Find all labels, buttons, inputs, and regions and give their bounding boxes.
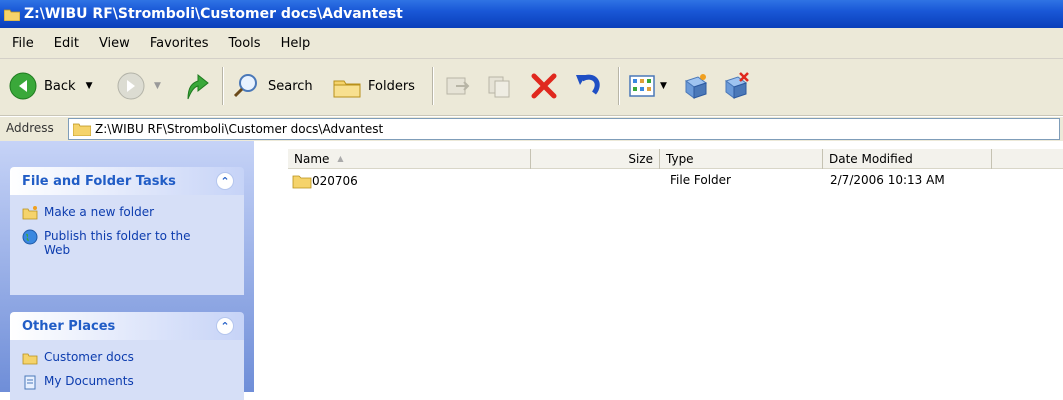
folders-label: Folders [368,78,415,94]
folders-icon [333,80,361,98]
toolbar: Back ▼ ▼ Search Folders ▼ [0,59,1063,116]
collapse-icon[interactable]: ⌃ [216,172,234,190]
map-drive-button[interactable] [680,71,710,101]
move-to-button[interactable] [444,73,472,99]
column-label: Size [628,151,653,166]
back-label: Back [44,78,76,94]
place-customer-docs[interactable]: Customer docs [22,350,236,366]
window-title: Z:\WIBU RF\Stromboli\Customer docs\Advan… [24,6,403,22]
task-label: Make a new folder [44,205,155,219]
map-drive-icon [684,74,708,99]
chevron-down-icon[interactable]: ▼ [660,81,667,91]
toolbar-separator [618,67,620,105]
chevron-down-icon[interactable]: ▼ [154,81,161,91]
address-value: Z:\WIBU RF\Stromboli\Customer docs\Advan… [95,122,384,136]
collapse-icon[interactable]: ⌃ [216,317,234,335]
panel-header[interactable]: Other Places ⌃ [10,312,244,340]
menu-file[interactable]: File [0,36,42,51]
file-name-cell[interactable]: 020706 [292,173,358,189]
up-arrow-icon [187,73,209,100]
views-icon [629,75,655,97]
toolbar-separator [222,67,224,105]
menu-view[interactable]: View [87,36,138,51]
menu-favorites[interactable]: Favorites [138,36,217,51]
globe-icon [22,229,38,245]
folder-icon [4,9,20,21]
column-header-size[interactable]: Size [531,149,659,169]
panel-title: Other Places [22,318,116,334]
menu-tools[interactable]: Tools [217,36,269,51]
undo-button[interactable] [574,71,604,101]
address-input[interactable]: Z:\WIBU RF\Stromboli\Customer docs\Advan… [68,118,1060,140]
forward-arrow-icon [117,72,145,100]
back-arrow-icon [9,72,37,100]
file-folder-tasks-panel: File and Folder Tasks ⌃ Make a new folde… [10,167,244,295]
undo-icon [576,74,600,95]
place-label: Customer docs [44,350,134,364]
copy-to-button[interactable] [486,73,514,99]
folder-icon [292,175,312,189]
task-make-new-folder[interactable]: Make a new folder [22,205,236,221]
folders-button[interactable]: Folders [332,73,415,99]
file-list: Name ▲ Size Type Date Modified 020706 Fi… [254,141,1063,392]
delete-icon [531,73,557,99]
search-label: Search [268,78,313,94]
sort-ascending-icon: ▲ [337,154,344,163]
other-places-panel: Other Places ⌃ Customer docs My Document… [10,312,244,400]
task-pane: File and Folder Tasks ⌃ Make a new folde… [0,141,254,400]
new-folder-icon [22,206,38,220]
panel-title: File and Folder Tasks [22,173,176,189]
search-button[interactable]: Search [232,73,313,99]
task-label: Publish this folder to the Web [44,229,191,257]
place-label: My Documents [44,374,134,388]
menu-help[interactable]: Help [269,36,319,51]
column-label: Type [666,151,694,166]
file-date-cell: 2/7/2006 10:13 AM [830,173,945,187]
toolbar-separator [432,67,434,105]
task-publish-folder[interactable]: Publish this folder to the Web [22,229,236,257]
panel-header[interactable]: File and Folder Tasks ⌃ [10,167,244,195]
column-label: Date Modified [829,151,913,166]
panel-body: Make a new folder Publish this folder to… [10,195,244,295]
place-my-documents[interactable]: My Documents [22,374,236,390]
up-folder-button[interactable] [182,69,212,103]
search-icon [233,74,257,98]
file-type-cell: File Folder [670,173,731,187]
disconnect-drive-icon [724,72,749,99]
address-label: Address [6,121,54,135]
column-header-type[interactable]: Type [660,149,822,169]
title-bar[interactable]: Z:\WIBU RF\Stromboli\Customer docs\Advan… [0,0,1063,28]
column-header-date[interactable]: Date Modified [823,149,991,169]
file-name: 020706 [312,174,358,188]
delete-button[interactable] [530,73,558,99]
panel-body: Customer docs My Documents [10,340,244,400]
menu-edit[interactable]: Edit [42,36,87,51]
documents-icon [24,375,36,390]
chevron-down-icon[interactable]: ▼ [86,81,93,91]
column-header-name[interactable]: Name ▲ [288,149,530,169]
column-header-blank [992,149,1063,169]
menu-bar: File Edit View Favorites Tools Help [0,28,1063,59]
folder-icon [22,353,38,365]
views-button[interactable]: ▼ [628,73,667,99]
folder-icon [73,123,91,136]
column-label: Name [294,151,330,166]
address-bar: Address Z:\WIBU RF\Stromboli\Customer do… [0,116,1063,142]
copy-to-icon [488,76,510,98]
disconnect-drive-button[interactable] [720,71,750,101]
back-button[interactable]: Back ▼ [8,71,92,101]
forward-button[interactable]: ▼ [116,71,161,101]
move-to-icon [446,77,470,95]
